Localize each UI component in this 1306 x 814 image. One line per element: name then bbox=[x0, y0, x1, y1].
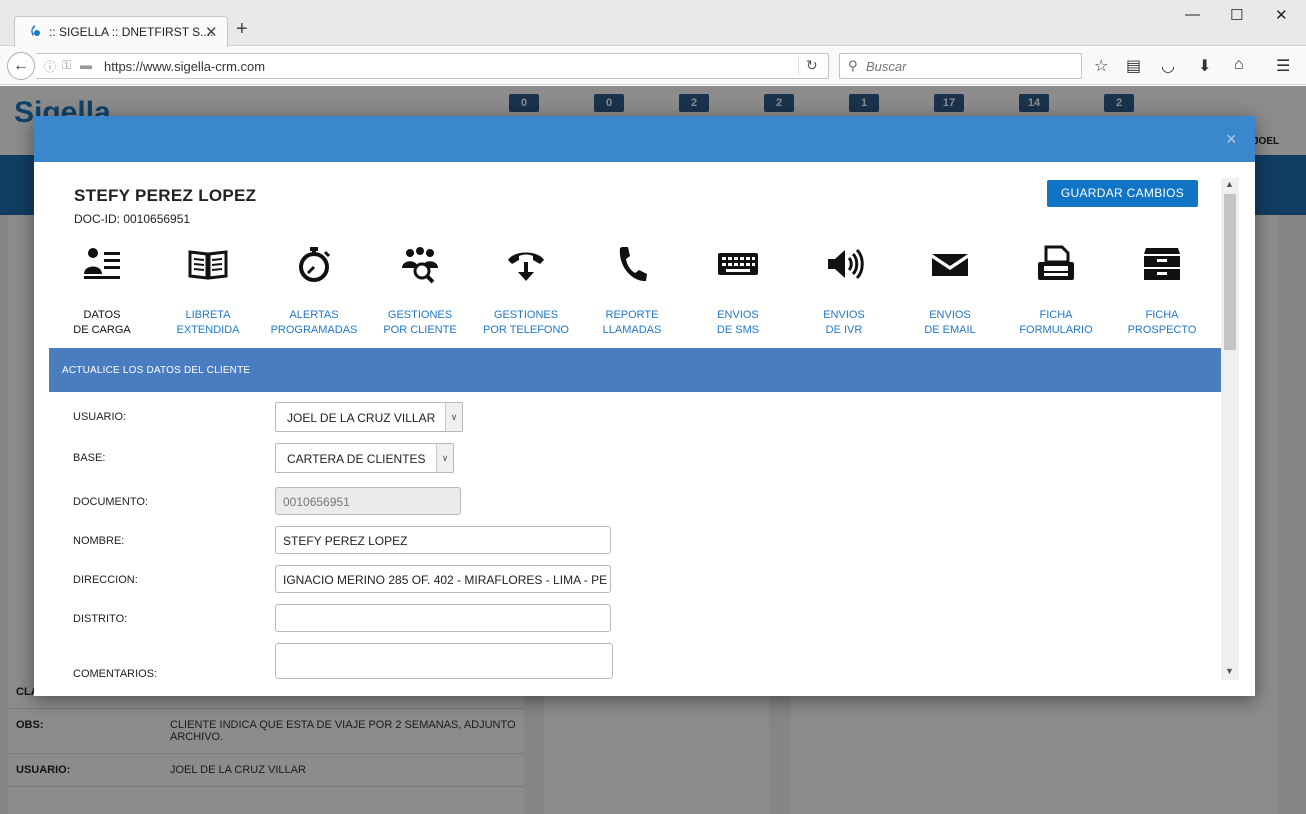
pocket-icon[interactable]: ◡ bbox=[1161, 56, 1175, 76]
action-alertas-programadas[interactable]: ALERTAS PROGRAMADAS bbox=[261, 240, 367, 340]
modal-body: STEFY PEREZ LOPEZ DOC-ID: 0010656951 GUA… bbox=[49, 162, 1239, 682]
keyboard-icon bbox=[718, 253, 758, 275]
action-envios-de-sms[interactable]: ENVIOS DE SMS bbox=[685, 240, 791, 340]
action-envios-de-email[interactable]: ENVIOS DE EMAIL bbox=[897, 240, 1003, 340]
bookmark-star-icon[interactable]: ☆ bbox=[1094, 56, 1108, 76]
action-reporte-llamadas[interactable]: REPORTE LLAMADAS bbox=[579, 240, 685, 340]
key-icon[interactable]: ⚿ bbox=[62, 58, 71, 73]
tab-close-icon[interactable]: ✕ bbox=[205, 23, 218, 41]
modal-scrollbar[interactable]: ▲ ▼ bbox=[1221, 178, 1239, 680]
envelope-icon bbox=[932, 254, 968, 276]
modal-header: × bbox=[34, 116, 1255, 162]
address-separator bbox=[798, 57, 799, 75]
tab-title: :: SIGELLA :: DNETFIRST S.... bbox=[49, 25, 214, 39]
modal-close-icon[interactable]: × bbox=[1226, 130, 1237, 148]
download-icon[interactable]: ⬇ bbox=[1198, 56, 1211, 76]
address-bar[interactable]: ⓘ ⚿ ▬ https://www.sigella-crm.com ↻ bbox=[36, 53, 829, 79]
browser-tab-bar: :: SIGELLA :: DNETFIRST S.... ✕ + — ☐ ✕ bbox=[0, 0, 1306, 47]
contact-list-icon bbox=[84, 248, 120, 279]
action-gestiones-por-telefono[interactable]: GESTIONES POR TELEFONO bbox=[473, 240, 579, 340]
stopwatch-icon bbox=[299, 247, 331, 282]
book-icon bbox=[188, 250, 228, 280]
search-placeholder: Buscar bbox=[866, 59, 907, 74]
nombre-field[interactable]: STEFY PEREZ LOPEZ bbox=[275, 526, 611, 554]
browser-nav-bar: ← ⓘ ⚿ ▬ https://www.sigella-crm.com ↻ ⚲ … bbox=[0, 47, 1306, 85]
action-ficha-prospecto[interactable]: FICHA PROSPECTO bbox=[1109, 240, 1215, 340]
reading-list-icon[interactable]: ▤ bbox=[1126, 56, 1141, 76]
direccion-field[interactable]: IGNACIO MERINO 285 OF. 402 - MIRAFLORES … bbox=[275, 565, 611, 593]
back-arrow-icon[interactable]: ← bbox=[7, 52, 35, 80]
base-label: BASE: bbox=[73, 452, 106, 464]
search-bar[interactable]: ⚲ Buscar bbox=[839, 53, 1082, 79]
distrito-label: DISTRITO: bbox=[73, 613, 128, 625]
reload-icon[interactable]: ↻ bbox=[806, 57, 818, 74]
new-tab-icon[interactable]: + bbox=[236, 19, 248, 39]
menu-icon[interactable]: ☰ bbox=[1276, 56, 1290, 76]
scroll-up-icon[interactable]: ▲ bbox=[1225, 179, 1234, 189]
info-icon[interactable]: ⓘ bbox=[44, 58, 56, 75]
distrito-field[interactable] bbox=[275, 604, 611, 632]
comentarios-field[interactable] bbox=[275, 643, 613, 679]
fax-icon bbox=[1038, 245, 1074, 280]
home-icon[interactable]: ⌂ bbox=[1234, 56, 1244, 74]
action-toolbar: DATOS DE CARGA LIBRETA EXTENDIDA ALERTAS… bbox=[49, 240, 1224, 340]
doc-id: DOC-ID: 0010656951 bbox=[74, 212, 191, 226]
search-icon: ⚲ bbox=[848, 58, 858, 73]
sigella-favicon-icon bbox=[31, 25, 40, 36]
scrollbar-thumb[interactable] bbox=[1224, 194, 1236, 350]
nombre-label: NOMBRE: bbox=[73, 535, 125, 547]
permissions-icon[interactable]: ▬ bbox=[80, 58, 92, 72]
action-libreta-extendida[interactable]: LIBRETA EXTENDIDA bbox=[155, 240, 261, 340]
base-select[interactable]: CARTERA DE CLIENTES ∨ bbox=[275, 443, 454, 473]
section-title: ACTUALICE LOS DATOS DEL CLIENTE bbox=[62, 365, 251, 376]
group-search-icon bbox=[402, 247, 438, 284]
save-changes-button[interactable]: GUARDAR CAMBIOS bbox=[1047, 180, 1198, 207]
action-envios-de-ivr[interactable]: ENVIOS DE IVR bbox=[791, 240, 897, 340]
usuario-value: JOEL DE LA CRUZ VILLAR bbox=[287, 411, 436, 425]
action-gestiones-por-cliente[interactable]: GESTIONES POR CLIENTE bbox=[367, 240, 473, 340]
documento-field: 0010656951 bbox=[275, 487, 461, 515]
phone-icon bbox=[619, 247, 647, 282]
minimize-icon[interactable]: — bbox=[1185, 6, 1200, 23]
chevron-down-icon[interactable]: ∨ bbox=[445, 403, 462, 431]
action-ficha-formulario[interactable]: FICHA FORMULARIO bbox=[1003, 240, 1109, 340]
phone-hangup-icon bbox=[508, 252, 544, 281]
client-modal: × STEFY PEREZ LOPEZ DOC-ID: 0010656951 G… bbox=[34, 116, 1255, 696]
section-title-bar: ACTUALICE LOS DATOS DEL CLIENTE bbox=[49, 348, 1223, 392]
scroll-down-icon[interactable]: ▼ bbox=[1225, 666, 1234, 676]
client-name: STEFY PEREZ LOPEZ bbox=[74, 186, 257, 205]
direccion-label: DIRECCION: bbox=[73, 574, 138, 586]
usuario-label: USUARIO: bbox=[73, 411, 127, 423]
action-datos-de-carga[interactable]: DATOS DE CARGA bbox=[49, 240, 155, 340]
documento-label: DOCUMENTO: bbox=[73, 496, 148, 508]
archive-icon bbox=[1144, 248, 1180, 280]
browser-tab[interactable]: :: SIGELLA :: DNETFIRST S.... ✕ bbox=[14, 16, 228, 47]
url-text[interactable]: https://www.sigella-crm.com bbox=[104, 59, 265, 74]
comentarios-label: COMENTARIOS: bbox=[73, 668, 158, 680]
speaker-icon bbox=[828, 248, 864, 280]
base-value: CARTERA DE CLIENTES bbox=[287, 452, 426, 466]
chevron-down-icon[interactable]: ∨ bbox=[436, 444, 453, 472]
maximize-icon[interactable]: ☐ bbox=[1230, 6, 1243, 24]
window-close-icon[interactable]: ✕ bbox=[1275, 6, 1288, 24]
usuario-select[interactable]: JOEL DE LA CRUZ VILLAR ∨ bbox=[275, 402, 463, 432]
